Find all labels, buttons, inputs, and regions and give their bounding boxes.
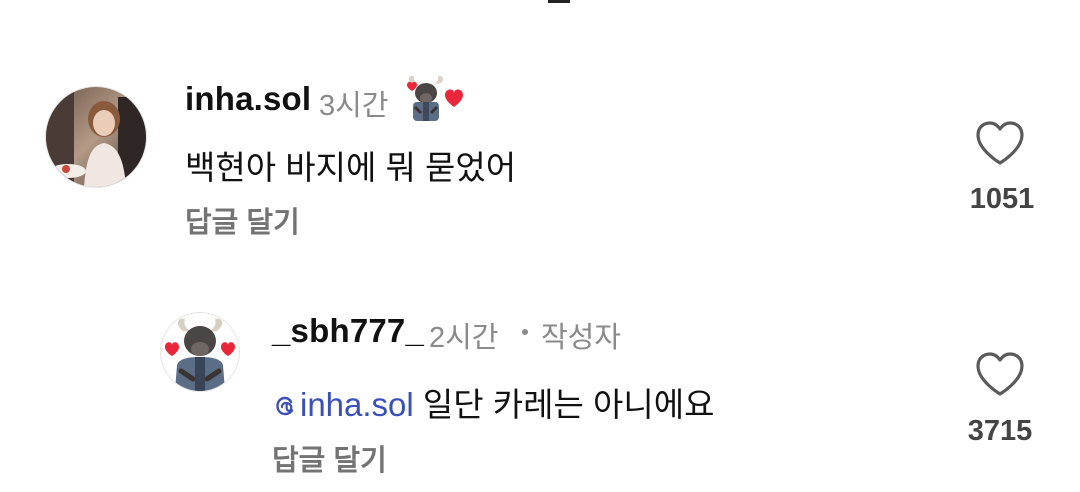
comment-username[interactable]: inha.sol [185,80,311,118]
comment-text: 백현아 바지에 뭐 묻었어 [185,149,517,186]
mention-link[interactable]: inha.sol [272,386,414,423]
mention-username[interactable]: inha.sol [300,386,414,423]
comment-time: 3시간 [319,90,389,122]
bull-with-heart-sticker-icon [405,73,471,121]
reply-body: 일단 카레는 아니에요 [413,386,715,423]
heart-outline-icon [976,121,1024,165]
threads-at-icon [276,396,294,416]
scroll-indicator [548,0,570,3]
avatar[interactable] [45,86,147,188]
reply-text: inha.sol 일단 카레는 아니에요 [272,378,715,426]
like-count: 1051 [969,183,1035,215]
author-badge: 작성자 [541,322,622,354]
like-count: 3715 [967,415,1033,447]
reply-username[interactable]: _sbh777_ [272,312,424,350]
reply-button[interactable]: 답글 달기 [185,199,300,241]
heart-outline-icon [976,352,1024,396]
profile-photo-icon [46,87,146,187]
reply-time: 2시간 [429,322,499,354]
like-button[interactable] [975,352,1025,398]
avatar[interactable] [160,312,240,392]
like-button[interactable] [975,121,1025,167]
bull-profile-icon [161,313,239,391]
separator-dot [522,329,528,335]
reply-button[interactable]: 답글 달기 [272,437,387,479]
